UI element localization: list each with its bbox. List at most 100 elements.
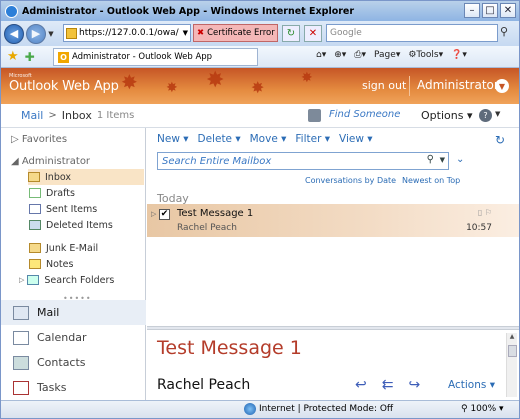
owa-tab-icon: O: [58, 51, 69, 63]
breadcrumb-inbox: Inbox: [61, 109, 92, 122]
globe-icon: [244, 403, 256, 415]
page-icon: [66, 27, 77, 39]
message-checkbox[interactable]: ✔: [159, 209, 170, 220]
nav-tasks[interactable]: Tasks: [1, 375, 146, 400]
address-book-icon[interactable]: [308, 109, 321, 122]
delete-button[interactable]: Delete ▾: [198, 133, 241, 145]
sidebar-item-search-folders[interactable]: ▷ Search Folders: [19, 272, 135, 288]
navigation-pane: ▷ Favorites ◢ Administrator Inbox Drafts…: [1, 128, 146, 400]
back-button[interactable]: ◀: [4, 23, 24, 44]
browser-tab[interactable]: O Administrator - Outlook Web App: [53, 48, 258, 66]
mailbox-search-input[interactable]: Search Entire Mailbox ⚲ ▼: [157, 152, 449, 170]
nav-mail[interactable]: Mail: [1, 300, 146, 325]
help-icon[interactable]: ❓▾: [451, 50, 467, 60]
expand-conversation-icon[interactable]: ▷: [151, 210, 156, 218]
expand-search-icon[interactable]: ⌄: [456, 154, 464, 165]
sort-order-link[interactable]: Newest on Top: [402, 176, 460, 185]
refresh-icon[interactable]: ↻: [495, 133, 505, 147]
add-favorite-icon[interactable]: ✚: [25, 50, 35, 64]
filter-button[interactable]: Filter ▾: [295, 133, 330, 145]
reading-title: Test Message 1: [157, 337, 302, 359]
chevron-down-icon[interactable]: ▼: [495, 79, 509, 93]
nav-contacts[interactable]: Contacts: [1, 350, 146, 375]
help-icon[interactable]: ?: [479, 109, 492, 122]
reading-pane-splitter[interactable]: [147, 326, 519, 330]
window-controls: – □ ✕: [464, 3, 516, 18]
flag-icon[interactable]: ▯ ⚐: [478, 208, 492, 217]
refresh-icon[interactable]: ↻: [282, 25, 300, 42]
sidebar-item-deleted-items[interactable]: Deleted Items: [29, 217, 145, 233]
reading-sender: Rachel Peach: [157, 377, 251, 393]
breadcrumb-mail[interactable]: Mail: [21, 109, 43, 122]
leaf-decoration-icon: ✸: [301, 70, 313, 86]
favorites-header[interactable]: ▷ Favorites: [11, 134, 67, 145]
sidebar-item-notes[interactable]: Notes: [29, 256, 145, 272]
home-icon[interactable]: ⌂▾: [316, 50, 326, 60]
item-count: 1 Items: [96, 110, 135, 121]
print-icon[interactable]: ⎙▾: [354, 50, 366, 60]
nav-calendar[interactable]: Calendar: [1, 325, 146, 350]
sign-out-link[interactable]: sign out: [362, 79, 406, 92]
search-icon[interactable]: ⚲: [427, 154, 434, 165]
reading-scrollbar[interactable]: ▲: [506, 333, 517, 397]
mail-toolbar: New ▾ Delete ▾ Move ▾ Filter ▾ View ▾: [157, 133, 373, 145]
leaf-decoration-icon: ✸: [251, 78, 265, 97]
minimize-button[interactable]: –: [464, 3, 480, 18]
sort-by-link[interactable]: Conversations by Date: [305, 176, 396, 185]
owa-logo: Microsoft Outlook Web App: [9, 73, 119, 94]
search-input[interactable]: Google: [326, 24, 498, 42]
history-dropdown-icon[interactable]: ▼: [46, 30, 56, 38]
scroll-thumb[interactable]: [508, 345, 517, 357]
mailbox-header[interactable]: ◢ Administrator: [11, 156, 90, 167]
chevron-down-icon[interactable]: ▼: [495, 110, 500, 118]
search-icon[interactable]: ⚲: [500, 25, 516, 41]
reply-all-icon[interactable]: ⇇: [382, 377, 394, 393]
sidebar-item-drafts[interactable]: Drafts: [29, 185, 145, 201]
actions-menu[interactable]: Actions ▾: [448, 379, 495, 391]
security-zone: Internet | Protected Mode: Off: [259, 404, 394, 414]
url-dropdown-icon[interactable]: ▼: [183, 29, 188, 37]
maximize-button[interactable]: □: [482, 3, 498, 18]
certificate-error-button[interactable]: ✖ Certificate Error: [193, 24, 278, 42]
stop-icon[interactable]: ✕: [304, 25, 322, 42]
header-divider: [409, 76, 410, 96]
feeds-icon[interactable]: ⊕▾: [334, 50, 346, 60]
move-button[interactable]: Move ▾: [250, 133, 287, 145]
message-row[interactable]: ▷ ✔ Test Message 1 Rachel Peach ▯ ⚐ 10:5…: [147, 204, 519, 237]
breadcrumb-separator: >: [48, 110, 57, 121]
recycle-icon: [29, 220, 41, 230]
sent-items-icon: [29, 204, 41, 214]
options-menu[interactable]: Options ▾: [421, 109, 472, 122]
main-pane: New ▾ Delete ▾ Move ▾ Filter ▾ View ▾ ↻ …: [147, 128, 519, 400]
reply-icon[interactable]: ↩: [355, 377, 367, 393]
shield-x-icon: ✖: [197, 28, 205, 38]
status-bar: Internet | Protected Mode: Off ⚲ 100% ▾: [1, 400, 519, 418]
sidebar-item-sent-items[interactable]: Sent Items: [29, 201, 145, 217]
ie-icon: [5, 4, 18, 18]
mail-icon: [13, 305, 29, 320]
message-sender: Rachel Peach: [177, 223, 237, 233]
search-folder-icon: [27, 275, 40, 285]
contacts-icon: [13, 355, 29, 370]
favorites-star-icon[interactable]: ★: [7, 49, 19, 64]
view-button[interactable]: View ▾: [339, 133, 373, 145]
page-menu[interactable]: Page▾: [374, 50, 400, 60]
drafts-icon: [29, 188, 41, 198]
owa-header: Microsoft Outlook Web App ✸ ✸ ✸ ✸ ✸ sign…: [1, 68, 519, 104]
find-someone-link[interactable]: Find Someone: [329, 109, 400, 120]
new-button[interactable]: New ▾: [157, 133, 189, 145]
inbox-icon: [28, 172, 40, 182]
url-field[interactable]: https://127.0.0.1/owa/ ▼: [63, 24, 191, 42]
user-name[interactable]: Administrator: [417, 78, 499, 92]
scroll-up-icon[interactable]: ▲: [507, 333, 517, 343]
tools-menu[interactable]: ⚙Tools▾: [408, 50, 443, 60]
sidebar-item-inbox[interactable]: Inbox: [28, 169, 144, 185]
reply-actions: ↩ ⇇ ↪: [355, 377, 420, 393]
search-options-icon[interactable]: ▼: [440, 156, 445, 164]
sidebar-item-junk-email[interactable]: Junk E-Mail: [29, 240, 145, 256]
forward-icon[interactable]: ↪: [408, 377, 420, 393]
forward-button[interactable]: ▶: [26, 23, 46, 44]
close-button[interactable]: ✕: [500, 3, 516, 18]
zoom-level[interactable]: ⚲ 100% ▾: [461, 404, 504, 414]
notes-icon: [29, 259, 41, 269]
